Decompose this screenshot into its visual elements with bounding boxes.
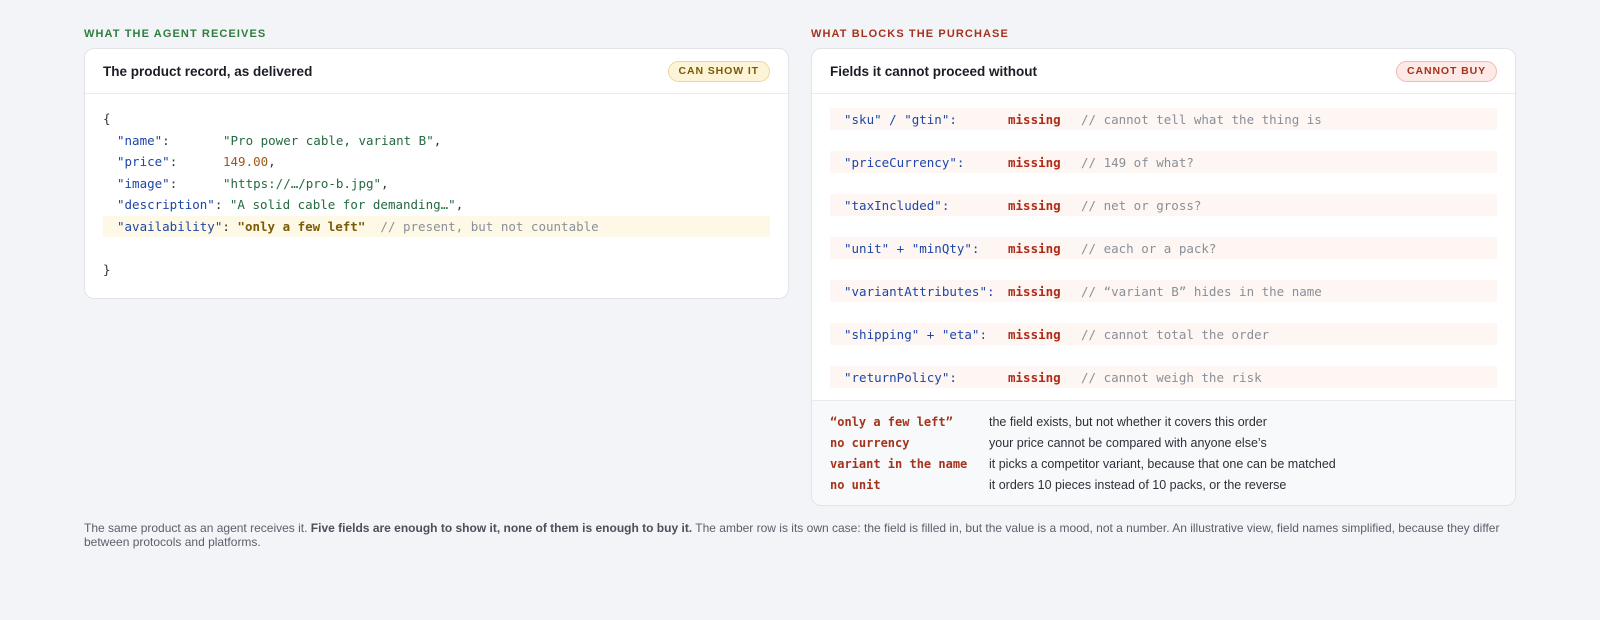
json-value: 149.00 [223,154,269,169]
missing-fields-card: Fields it cannot proceed without Cannot … [811,48,1516,506]
missing-row-tax: "taxIncluded": missing // net or gross? [830,194,1497,216]
field-comment: // 149 of what? [1081,154,1194,170]
field-key: "sku" / "gtin": [844,111,957,127]
card-header: The product record, as delivered Can sho… [85,49,788,94]
missing-row-shipping: "shipping" + "eta": missing // cannot to… [830,323,1497,345]
field-key: "taxIncluded": [844,197,950,213]
field-comment: // cannot total the order [1081,326,1270,342]
field-comment: // “variant B” hides in the name [1081,283,1322,299]
json-key: "availability" [117,218,223,234]
code-line-image: "image": "https://…/pro-b.jpg", [103,173,770,195]
card-title: Fields it cannot proceed without [830,63,1038,79]
field-key: "returnPolicy": [844,369,957,385]
section-label-agent-receives: What the agent receives [84,28,267,40]
legend-term: “only a few left” [830,414,953,429]
json-comment: // present, but not countable [380,218,599,234]
consequence-legend: “only a few left” the field exists, but … [812,400,1515,505]
legend-term: no currency [830,435,910,450]
field-key: "variantAttributes": [844,283,995,299]
missing-status: missing [1008,283,1061,299]
missing-row-variant: "variantAttributes": missing // “variant… [830,280,1497,302]
json-value: "https://…/pro-b.jpg" [223,175,382,191]
json-value: "only a few left" [237,218,366,234]
figure-caption: The same product as an agent receives it… [84,521,1514,549]
missing-status: missing [1008,326,1061,342]
section-label-blocks-purchase: What blocks the purchase [811,28,1009,40]
missing-row-returns: "returnPolicy": missing // cannot weigh … [830,366,1497,388]
json-key: "description" [117,197,215,212]
legend-description: the field exists, but not whether it cov… [989,414,1267,429]
can-show-badge: Can show it [667,60,770,82]
missing-row-sku: "sku" / "gtin": missing // cannot tell w… [830,108,1497,130]
legend-item: variant in the name it picks a competito… [830,453,1497,474]
missing-status: missing [1008,154,1061,170]
field-comment: // each or a pack? [1081,240,1217,256]
field-key: "unit" + "minQty": [844,240,980,256]
missing-fields-list: "sku" / "gtin": missing // cannot tell w… [812,94,1515,400]
code-line-availability-highlighted: "availability": "only a few left" // pre… [103,215,770,237]
json-key: "name" [117,132,163,148]
json-key: "price" [117,154,170,169]
code-spacer [103,237,770,259]
missing-row-currency: "priceCurrency": missing // 149 of what? [830,151,1497,173]
missing-status: missing [1008,111,1061,127]
blocking-fields-column: What blocks the purchase Fields it canno… [811,28,1516,506]
code-close-brace: } [103,261,111,277]
card-header: Fields it cannot proceed without Cannot … [812,49,1515,94]
missing-status: missing [1008,197,1061,213]
missing-status: missing [1008,240,1061,256]
field-key: "shipping" + "eta": [844,326,987,342]
code-line-name: "name": "Pro power cable, variant B", [103,130,770,152]
card-title: The product record, as delivered [103,63,313,79]
cannot-buy-badge: Cannot buy [1396,60,1497,82]
legend-description: it orders 10 pieces instead of 10 packs,… [989,477,1287,492]
code-line-price: "price": 149.00, [103,151,770,173]
json-key: "image" [117,175,170,191]
legend-item: “only a few left” the field exists, but … [830,411,1497,432]
field-comment: // net or gross? [1081,197,1202,213]
code-open-brace: { [103,111,111,126]
product-record-card: The product record, as delivered Can sho… [84,48,789,299]
field-comment: // cannot tell what the thing is [1081,111,1322,127]
legend-description: your price cannot be compared with anyon… [989,435,1267,450]
field-comment: // cannot weigh the risk [1081,369,1262,385]
legend-item: no unit it orders 10 pieces instead of 1… [830,474,1497,495]
legend-item: no currency your price cannot be compare… [830,432,1497,453]
missing-status: missing [1008,369,1061,385]
field-key: "priceCurrency": [844,154,965,170]
json-value: "A solid cable for demanding…" [229,197,456,212]
caption-lead: The same product as an agent receives it… [84,521,308,535]
json-code-block: { "name": "Pro power cable, variant B", … [85,94,788,298]
delivered-record-column: What the agent receives The product reco… [84,28,789,299]
legend-term: no unit [830,477,881,492]
legend-description: it picks a competitor variant, because t… [989,456,1336,471]
code-line-description: "description": "A solid cable for demand… [103,194,770,216]
json-value: "Pro power cable, variant B" [223,132,434,148]
caption-emphasis: Five fields are enough to show it, none … [310,521,693,535]
legend-term: variant in the name [830,456,968,471]
missing-row-unit: "unit" + "minQty": missing // each or a … [830,237,1497,259]
